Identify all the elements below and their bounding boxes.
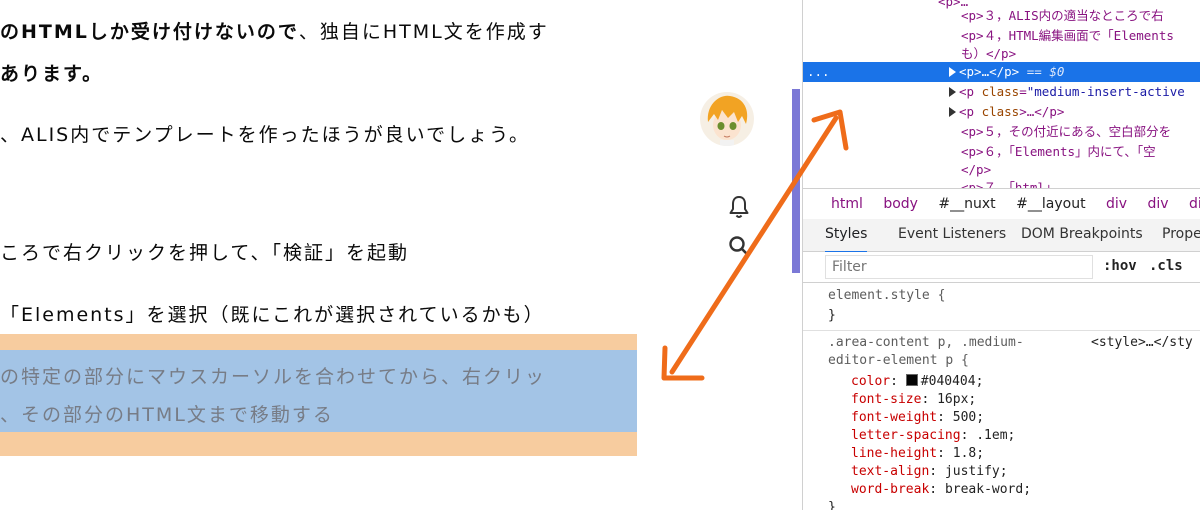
article-line-7: 、その部分のHTML文まで移動する	[0, 404, 334, 426]
dom-node[interactable]: <p class>…</p>	[803, 102, 1200, 122]
breadcrumb-div[interactable]: div	[1189, 189, 1200, 219]
rule-divider	[803, 330, 1200, 331]
search-icon[interactable]	[727, 234, 751, 258]
decl-line-height[interactable]: line-height: 1.8;	[851, 445, 984, 463]
filter-input[interactable]	[825, 255, 1093, 279]
bell-icon[interactable]	[727, 194, 751, 220]
decl-font-size[interactable]: font-size: 16px;	[851, 391, 976, 409]
color-swatch-icon[interactable]	[905, 374, 918, 386]
expand-triangle-icon[interactable]	[949, 67, 956, 77]
avatar[interactable]	[700, 92, 754, 146]
avatar-illustration	[707, 95, 748, 146]
devtools-panel: <p>… <p>３，ALIS内の適当なところで右 <p>４，HTML編集画面で「…	[802, 0, 1200, 510]
decl-font-weight[interactable]: font-weight: 500;	[851, 409, 984, 427]
cls-button[interactable]: .cls	[1149, 258, 1183, 274]
breadcrumb-layout[interactable]: #__layout	[1016, 189, 1085, 219]
decl-word-break[interactable]: word-break: break-word;	[851, 481, 1031, 499]
article-line-6: の特定の部分にマウスカーソルを合わせてから、右クリッ	[0, 366, 547, 388]
element-style-open[interactable]: element.style {	[828, 287, 945, 305]
tab-properties[interactable]: Prope	[1162, 219, 1200, 251]
page-scrollbar[interactable]	[792, 89, 800, 273]
rule-close: }	[828, 500, 836, 510]
dom-node[interactable]: <p>７，「html」…	[803, 178, 1200, 188]
article-line-3: 、ALIS内でテンプレートを作ったほうが良いでしょう。	[0, 124, 530, 146]
article-line-1-rest: 、独自にHTML文を作成す	[298, 21, 549, 43]
screenshot: のHTMLしか受け付けないので、独自にHTML文を作成す あります。 、ALIS…	[0, 0, 1200, 510]
article-line-4: ころで右クリックを押して、「検証」を起動	[0, 242, 409, 264]
dom-node[interactable]: <p class="medium-insert-active	[803, 82, 1200, 102]
article-content: のHTMLしか受け付けないので、独自にHTML文を作成す あります。 、ALIS…	[0, 0, 700, 510]
rule-selector-cont[interactable]: editor-element p {	[828, 352, 969, 370]
breadcrumb-nuxt[interactable]: #__nuxt	[938, 189, 995, 219]
rule-source-link[interactable]: <style>…</sty	[1091, 334, 1193, 352]
styles-rules: element.style { } .area-content p, .medi…	[803, 283, 1200, 510]
selected-ellipsis[interactable]: ...	[803, 64, 830, 79]
article-line-5: 「Elements」を選択（既にこれが選択されているかも）	[0, 304, 545, 326]
dom-node[interactable]: <p>３，ALIS内の適当なところで右	[803, 6, 1200, 26]
elements-tree: <p>… <p>３，ALIS内の適当なところで右 <p>４，HTML編集画面で「…	[803, 0, 1200, 188]
rule-selector[interactable]: .area-content p, .medium-	[828, 334, 1024, 352]
decl-text-align[interactable]: text-align: justify;	[851, 463, 1008, 481]
styles-filter-bar: :hov .cls	[803, 252, 1200, 283]
element-style-close: }	[828, 308, 836, 323]
dom-node[interactable]: <p>４，HTML編集画面で「Elements	[803, 26, 1200, 46]
decl-color[interactable]: color: #040404;	[851, 373, 983, 391]
tab-styles[interactable]: Styles	[825, 219, 868, 253]
dom-node[interactable]: も）</p>	[803, 44, 1200, 64]
dom-node-selected[interactable]: ... <p>…</p> == $0	[803, 62, 1200, 82]
article-line-1-bold: のHTMLしか受け付けないので	[0, 21, 299, 43]
expand-triangle-icon[interactable]	[949, 107, 956, 117]
breadcrumb-body[interactable]: body	[883, 189, 918, 219]
dom-node[interactable]: <p>６，「Elements」内にて、「空	[803, 142, 1200, 162]
dom-node[interactable]: <p>５，その付近にある、空白部分を	[803, 122, 1200, 142]
breadcrumb: html body #__nuxt #__layout div div div …	[803, 188, 1200, 220]
article-line-2: あります。	[0, 63, 104, 85]
breadcrumb-div[interactable]: div	[1148, 189, 1169, 219]
expand-triangle-icon[interactable]	[949, 87, 956, 97]
breadcrumb-html[interactable]: html	[831, 189, 863, 219]
article-line-1: のHTMLしか受け付けないので、独自にHTML文を作成す	[0, 17, 549, 44]
tab-event-listeners[interactable]: Event Listeners	[898, 219, 1006, 251]
tab-dom-breakpoints[interactable]: DOM Breakpoints	[1021, 219, 1143, 251]
styles-tabbar: Styles Event Listeners DOM Breakpoints P…	[803, 219, 1200, 253]
breadcrumb-div[interactable]: div	[1106, 189, 1127, 219]
dom-node[interactable]: </p>	[803, 160, 1200, 180]
decl-letter-spacing[interactable]: letter-spacing: .1em;	[851, 427, 1015, 445]
hov-button[interactable]: :hov	[1103, 258, 1137, 274]
